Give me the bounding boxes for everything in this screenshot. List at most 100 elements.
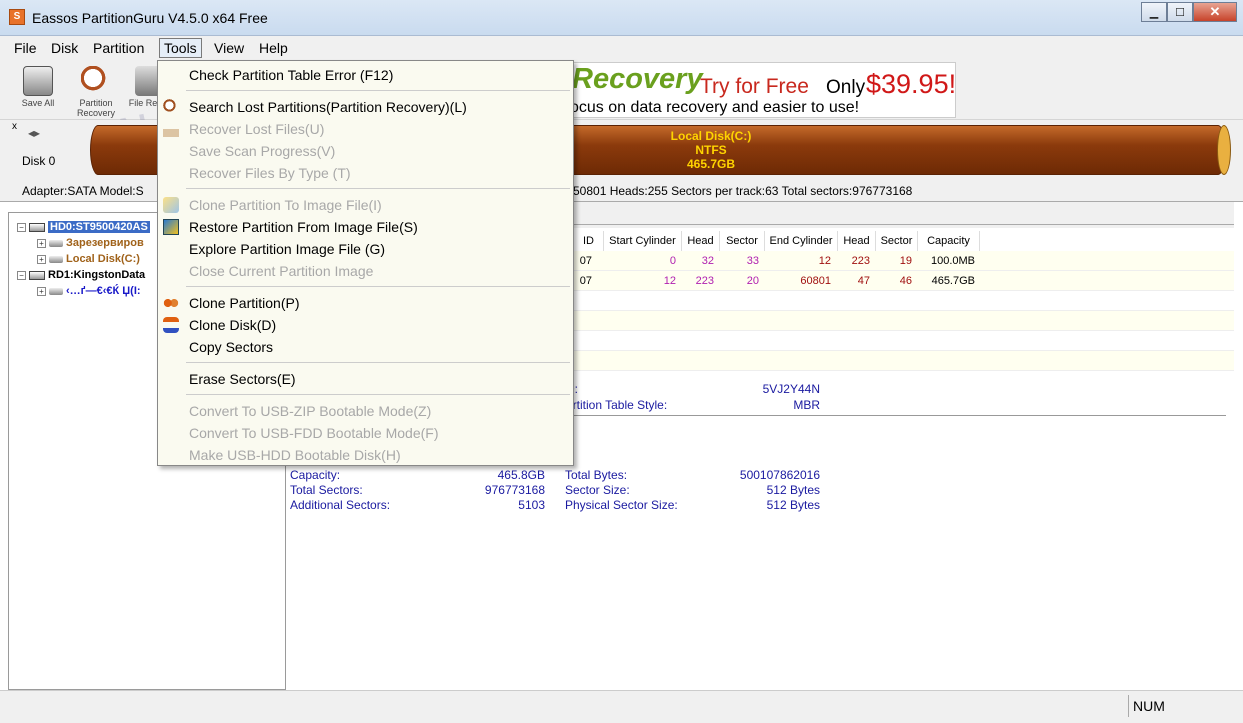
title-bar: S Eassos PartitionGuru V4.5.0 x64 Free ▁… <box>0 0 1243 36</box>
menu-separator <box>186 286 570 287</box>
menu-item-label: Search Lost Partitions(Partition Recover… <box>189 99 467 115</box>
ad-banner[interactable]: Recovery Try for Free Only $39.95! ocus … <box>573 62 956 118</box>
menu-item-label: Check Partition Table Error (F12) <box>189 67 394 83</box>
menu-partition[interactable]: Partition <box>89 39 148 57</box>
cell-end-head: 47 <box>857 275 870 287</box>
menu-explore-partition-image[interactable]: Explore Partition Image File (G) <box>158 238 573 260</box>
menu-item-label: Recover Files By Type (T) <box>189 165 351 181</box>
partition-fs: NTFS <box>695 143 727 157</box>
menu-erase-sectors[interactable]: Erase Sectors(E) <box>158 368 573 390</box>
col-end-cylinder[interactable]: End Cylinder <box>765 231 838 251</box>
tree-item-rd1-volume[interactable]: + ‹…ґ—€‹€Ќ Џ(I: <box>37 285 141 297</box>
restore-image-icon <box>163 219 179 235</box>
menu-recover-files-by-type: Recover Files By Type (T) <box>158 162 573 184</box>
menu-convert-usb-zip: Convert To USB-ZIP Bootable Mode(Z) <box>158 400 573 422</box>
cell-end-cylinder: 12 <box>818 255 831 267</box>
cell-sector: 20 <box>746 275 759 287</box>
expand-icon[interactable]: + <box>37 286 46 296</box>
tree-item-reserved[interactable]: + Зарезервиров <box>37 237 144 249</box>
partition-recovery-button[interactable]: Partition Recovery <box>72 64 120 118</box>
cell-start-cylinder: 12 <box>663 275 676 287</box>
physical-sector-size-value: 512 Bytes <box>766 498 820 512</box>
tree-label-reserved: Зарезервиров <box>66 237 144 249</box>
col-sector[interactable]: Sector <box>720 231 765 251</box>
search-partition-icon <box>163 99 179 115</box>
capacity-value: 465.8GB <box>497 468 545 482</box>
expand-icon[interactable]: + <box>37 254 46 264</box>
menu-separator <box>186 188 570 189</box>
menu-file[interactable]: File <box>10 39 41 57</box>
window-controls: ▁ ☐ ✕ <box>1141 2 1237 22</box>
menu-separator <box>186 90 570 91</box>
window-title: Eassos PartitionGuru V4.5.0 x64 Free <box>32 10 268 26</box>
serial-value: 5VJ2Y44N <box>762 382 820 396</box>
tree-item-local-disk-c[interactable]: + Local Disk(C:) <box>37 253 140 265</box>
banner-recovery-text: Recovery <box>573 63 703 95</box>
additional-sectors-value: 5103 <box>518 498 545 512</box>
disk-nav-arrows-icon[interactable]: ◂▸ <box>28 126 40 140</box>
menu-convert-usb-fdd: Convert To USB-FDD Bootable Mode(F) <box>158 422 573 444</box>
menu-restore-partition-from-image[interactable]: Restore Partition From Image File(S) <box>158 216 573 238</box>
sector-size-value: 512 Bytes <box>766 483 820 497</box>
cell-end-head: 223 <box>851 255 870 267</box>
save-all-button[interactable]: Save All <box>14 64 62 118</box>
menu-search-lost-partitions[interactable]: Search Lost Partitions(Partition Recover… <box>158 96 573 118</box>
menu-copy-sectors[interactable]: Copy Sectors <box>158 336 573 358</box>
clone-partition-icon <box>163 295 179 311</box>
adapter-info-left: Adapter:SATA Model:S <box>22 184 144 198</box>
menu-item-label: Close Current Partition Image <box>189 263 374 279</box>
clone-disk-icon <box>163 317 179 333</box>
menu-item-label: Clone Partition To Image File(I) <box>189 197 382 213</box>
cell-sector: 33 <box>746 255 759 267</box>
col-head[interactable]: Head <box>682 231 720 251</box>
tools-menu: Check Partition Table Error (F12) Search… <box>157 60 574 466</box>
menu-clone-disk[interactable]: Clone Disk(D) <box>158 314 573 336</box>
menu-tools[interactable]: Tools <box>159 38 202 58</box>
menu-help[interactable]: Help <box>255 39 292 57</box>
menu-item-label: Clone Partition(P) <box>189 295 300 311</box>
status-bar: NUM <box>0 690 1243 723</box>
tree-item-rd1[interactable]: − RD1:KingstonData <box>17 269 145 281</box>
tree-label-local-disk-c: Local Disk(C:) <box>66 253 140 265</box>
menu-disk[interactable]: Disk <box>47 39 82 57</box>
app-icon: S <box>9 9 25 25</box>
col-end-sector[interactable]: Sector <box>876 231 918 251</box>
expand-icon[interactable]: + <box>37 238 46 248</box>
menu-item-label: Make USB-HDD Bootable Disk(H) <box>189 447 401 463</box>
magnifier-icon <box>81 66 111 96</box>
col-id[interactable]: ID <box>574 231 604 251</box>
cell-end-sector: 19 <box>899 255 912 267</box>
banner-try-text: Try for Free <box>700 75 809 98</box>
minimize-button[interactable]: ▁ <box>1141 2 1167 22</box>
tree-label-hd0: HD0:ST9500420AS <box>48 221 150 233</box>
menu-separator <box>186 362 570 363</box>
tree-item-hd0[interactable]: − HD0:ST9500420AS <box>17 221 150 233</box>
menu-make-usb-hdd: Make USB-HDD Bootable Disk(H) <box>158 444 573 466</box>
total-sectors-value: 976773168 <box>484 483 545 497</box>
close-diskbar-icon[interactable]: x <box>12 121 17 132</box>
cell-id: 07 <box>579 275 592 287</box>
collapse-icon[interactable]: − <box>17 222 26 232</box>
partition-size: 465.7GB <box>686 157 736 171</box>
menu-clone-partition-to-image: Clone Partition To Image File(I) <box>158 194 573 216</box>
banner-tagline: ocus on data recovery and easier to use! <box>573 99 860 116</box>
collapse-icon[interactable]: − <box>17 270 26 280</box>
col-capacity[interactable]: Capacity <box>918 231 980 251</box>
maximize-button[interactable]: ☐ <box>1167 2 1193 22</box>
save-all-label: Save All <box>21 98 55 108</box>
banner-price-text: $39.95! <box>866 69 956 99</box>
tree-label-rd1-volume: ‹…ґ—€‹€Ќ Џ(I: <box>66 285 141 297</box>
menu-view[interactable]: View <box>210 39 248 57</box>
menu-item-label: Recover Lost Files(U) <box>189 121 325 137</box>
menu-item-label: Convert To USB-ZIP Bootable Mode(Z) <box>189 403 432 419</box>
sector-size-label: Sector Size: <box>565 483 630 497</box>
menu-item-label: Save Scan Progress(V) <box>189 143 336 159</box>
tree-label-rd1: RD1:KingstonData <box>48 269 146 281</box>
menu-check-partition-table[interactable]: Check Partition Table Error (F12) <box>158 64 573 86</box>
menu-clone-partition[interactable]: Clone Partition(P) <box>158 292 573 314</box>
close-button[interactable]: ✕ <box>1193 2 1237 22</box>
additional-sectors-label: Additional Sectors: <box>290 498 391 512</box>
col-start-cylinder[interactable]: Start Cylinder <box>604 231 682 251</box>
menu-item-label: Explore Partition Image File (G) <box>189 241 386 257</box>
col-end-head[interactable]: Head <box>838 231 876 251</box>
